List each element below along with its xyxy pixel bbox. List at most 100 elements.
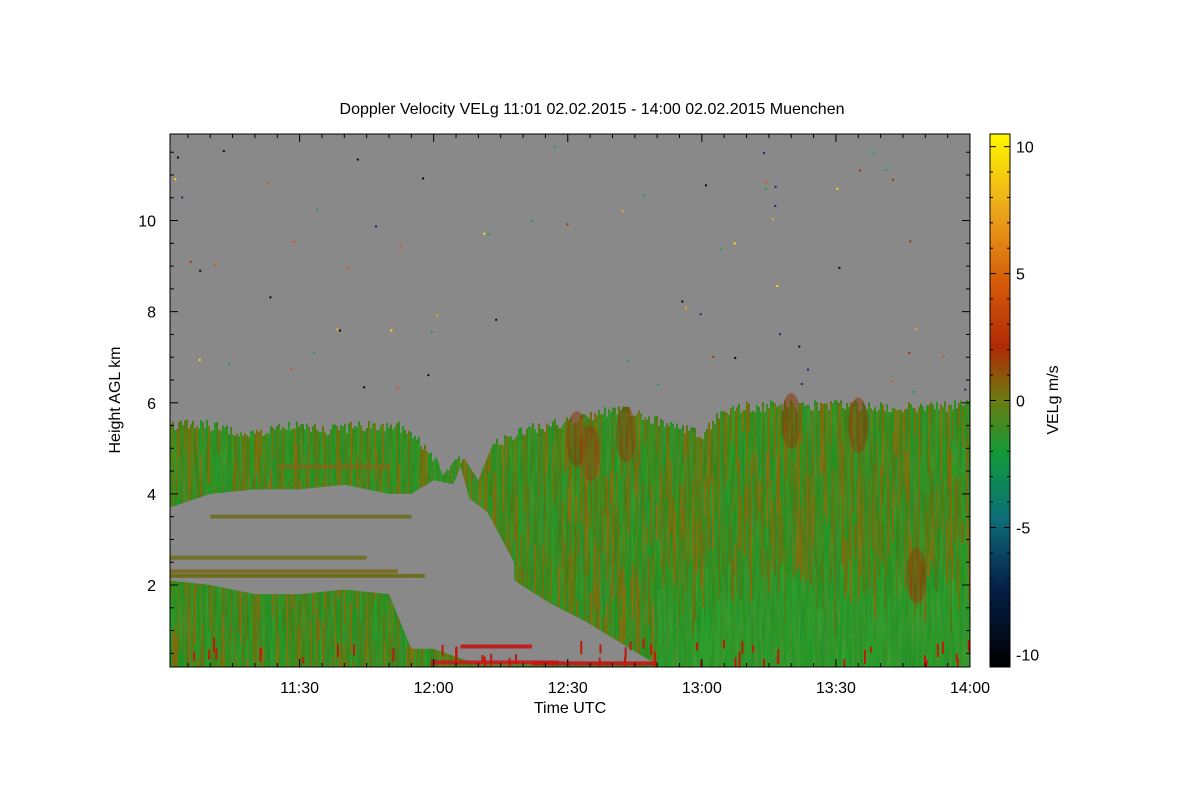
thin-layer bbox=[210, 514, 412, 519]
speckle bbox=[375, 225, 378, 228]
speckle bbox=[776, 284, 779, 287]
thin-layer bbox=[170, 569, 398, 574]
speckle bbox=[779, 333, 782, 336]
speckle bbox=[189, 260, 192, 263]
speckle bbox=[436, 314, 439, 317]
ground-clutter bbox=[215, 648, 218, 660]
chart-figure: Doppler Velocity VELg 11:01 02.02.2015 -… bbox=[107, 101, 1062, 717]
ground-clutter bbox=[923, 655, 926, 667]
speckle bbox=[836, 187, 839, 190]
ground-clutter bbox=[508, 657, 511, 667]
y-tick-label: 6 bbox=[147, 396, 156, 413]
speckle bbox=[656, 384, 659, 387]
speckle bbox=[912, 390, 915, 393]
speckle bbox=[313, 351, 316, 354]
speckle bbox=[290, 368, 293, 371]
speckle bbox=[908, 351, 911, 354]
speckle bbox=[430, 331, 433, 334]
speckle bbox=[838, 266, 841, 269]
speckle bbox=[699, 313, 702, 316]
speckle bbox=[798, 345, 801, 348]
ground-clutter bbox=[441, 644, 444, 656]
x-axis-label: Time UTC bbox=[534, 700, 606, 717]
ground-clutter bbox=[481, 654, 484, 662]
ground-clutter bbox=[431, 659, 434, 667]
speckle bbox=[427, 374, 430, 377]
speckle bbox=[733, 242, 736, 245]
ground-clutter bbox=[483, 656, 486, 667]
y-tick-label: 4 bbox=[147, 487, 156, 504]
speckle bbox=[885, 168, 888, 171]
speckle bbox=[390, 329, 393, 332]
ground-clutter bbox=[695, 642, 698, 651]
speckle bbox=[396, 386, 399, 389]
speckle bbox=[891, 178, 894, 181]
speckle bbox=[681, 300, 684, 303]
speckle bbox=[198, 358, 201, 361]
speckle bbox=[942, 356, 945, 359]
x-tick-label: 13:00 bbox=[682, 680, 722, 697]
speckle bbox=[643, 194, 646, 197]
y-tick-label: 10 bbox=[138, 214, 156, 231]
speckle bbox=[316, 208, 319, 211]
thin-layer bbox=[460, 644, 533, 649]
ground-clutter bbox=[598, 657, 601, 667]
chart-title: Doppler Velocity VELg 11:01 02.02.2015 -… bbox=[340, 101, 845, 118]
speckle bbox=[487, 233, 490, 236]
ground-clutter bbox=[649, 644, 652, 655]
ground-clutter bbox=[392, 648, 395, 662]
ground-clutter bbox=[213, 637, 216, 653]
speckle bbox=[181, 196, 184, 199]
plot-area bbox=[170, 134, 970, 667]
speckle bbox=[269, 296, 272, 299]
speckle bbox=[764, 188, 767, 191]
speckle bbox=[566, 223, 569, 226]
ground-clutter bbox=[580, 640, 583, 655]
speckle bbox=[553, 145, 556, 148]
colorbar-tick-label: -5 bbox=[1016, 520, 1030, 537]
ground-clutter bbox=[734, 657, 737, 667]
speckle bbox=[336, 328, 339, 331]
speckle bbox=[176, 156, 179, 159]
y-axis-label: Height AGL km bbox=[107, 346, 124, 453]
ground-clutter bbox=[843, 659, 846, 667]
speckle bbox=[734, 357, 737, 360]
speckle bbox=[483, 232, 486, 235]
speckle bbox=[495, 318, 498, 321]
thin-layer bbox=[170, 573, 425, 578]
ground-clutter bbox=[642, 638, 645, 649]
ground-clutter bbox=[956, 658, 959, 667]
speckle bbox=[774, 204, 777, 207]
thin-layer bbox=[277, 464, 389, 469]
speckle bbox=[266, 182, 269, 185]
speckle bbox=[228, 362, 231, 365]
speckle bbox=[621, 210, 624, 213]
ground-clutter bbox=[490, 653, 493, 666]
colorbar-tick-label: 0 bbox=[1016, 394, 1025, 411]
y-tick-label: 2 bbox=[147, 578, 156, 595]
speckle bbox=[363, 386, 366, 389]
thin-layer bbox=[170, 555, 367, 560]
ground-clutter bbox=[302, 657, 305, 664]
speckle bbox=[807, 368, 810, 371]
speckle bbox=[174, 178, 177, 181]
speckle bbox=[890, 380, 893, 383]
ground-clutter bbox=[869, 646, 872, 653]
x-tick-label: 11:30 bbox=[280, 680, 319, 697]
colorbar-tick-label: -10 bbox=[1016, 647, 1039, 664]
ground-clutter bbox=[654, 656, 657, 666]
speckle bbox=[712, 355, 715, 358]
speckle bbox=[859, 169, 862, 172]
speckle bbox=[530, 220, 533, 223]
speckle bbox=[774, 185, 777, 188]
speckle bbox=[399, 244, 402, 247]
speckle bbox=[356, 158, 359, 161]
ground-clutter bbox=[624, 647, 627, 659]
colorbar-tick-label: 10 bbox=[1016, 140, 1034, 157]
ground-clutter bbox=[629, 641, 632, 651]
ground-clutter bbox=[353, 644, 356, 656]
speckle bbox=[292, 240, 295, 243]
ground-clutter bbox=[738, 651, 741, 667]
ground-clutter bbox=[864, 649, 867, 664]
speckle bbox=[422, 177, 425, 180]
